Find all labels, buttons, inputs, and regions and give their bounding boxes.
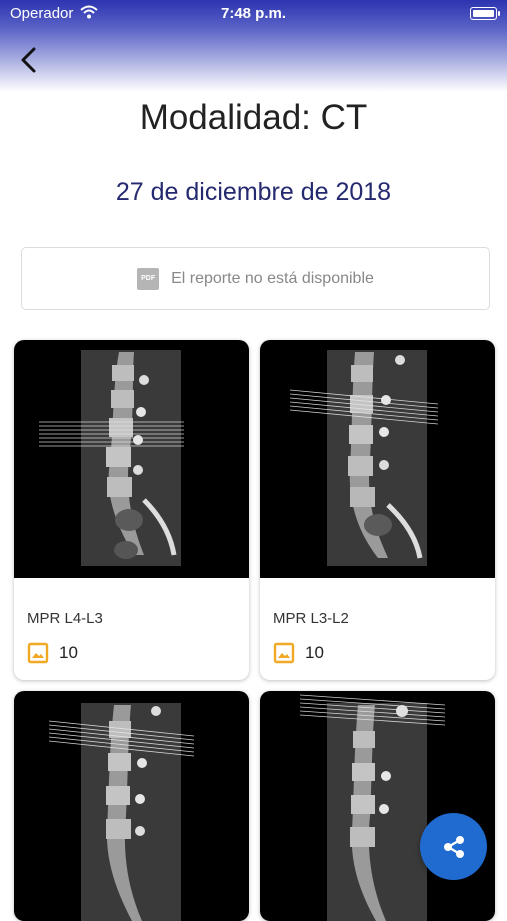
series-card[interactable]: MPR L4-L3 10 (14, 340, 249, 680)
report-status-box[interactable]: PDF El reporte no está disponible (21, 247, 490, 310)
study-date: 27 de diciembre de 2018 (115, 178, 392, 206)
image-icon (273, 642, 295, 664)
image-count-value: 10 (305, 643, 324, 662)
series-thumbnail (260, 340, 495, 578)
chevron-left-icon (21, 47, 36, 73)
share-button[interactable] (420, 813, 487, 880)
series-card[interactable]: MPR L3-L2 10 (260, 340, 495, 680)
series-card[interactable] (14, 691, 249, 921)
image-count: 10 (273, 642, 324, 664)
status-time: 7:48 p.m. (220, 5, 287, 22)
series-thumbnail (14, 691, 249, 921)
image-count-value: 10 (59, 643, 78, 662)
share-icon (443, 835, 464, 858)
status-bar: Operador 7:48 p.m. (0, 0, 507, 28)
series-thumbnail (260, 691, 495, 921)
series-name: MPR L3-L2 (273, 610, 349, 627)
back-button[interactable] (14, 44, 44, 76)
pdf-icon: PDF (137, 267, 160, 290)
series-name: MPR L4-L3 (27, 610, 103, 627)
image-count: 10 (27, 642, 78, 664)
image-icon (27, 642, 49, 664)
battery-icon (470, 7, 500, 20)
header: Operador 7:48 p.m. (0, 0, 507, 92)
series-thumbnail (14, 340, 249, 578)
report-status-text: El reporte no está disponible (171, 269, 374, 287)
page-title: Modalidad: CT (139, 98, 368, 137)
series-card[interactable] (260, 691, 495, 921)
